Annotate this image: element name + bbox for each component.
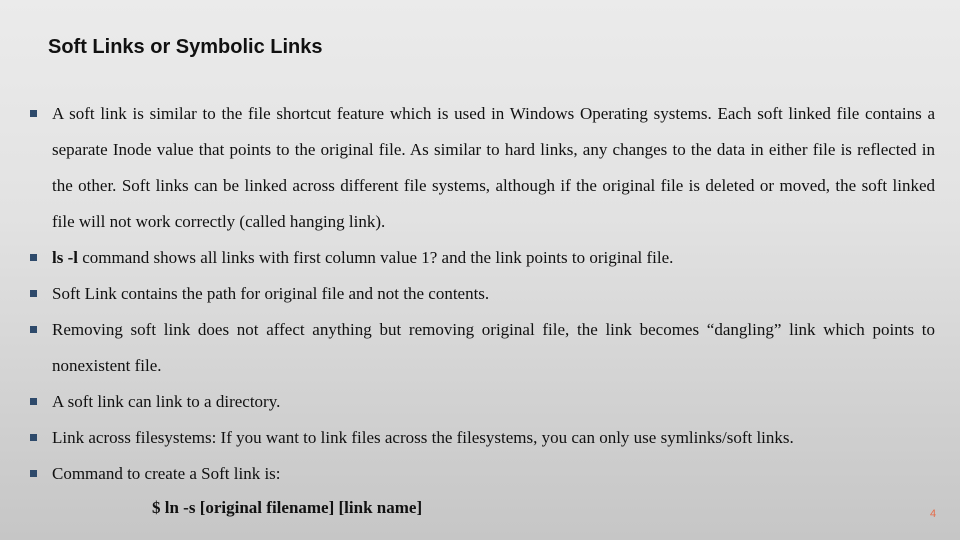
bullet-text: A soft link can link to a directory. xyxy=(52,392,281,411)
bullet-text: ls -l command shows all links with first… xyxy=(52,240,935,276)
bullet-item-ls-command: ls -l command shows all links with first… xyxy=(30,240,935,276)
bullet-item-dangling: Removing soft link does not affect anyth… xyxy=(30,312,935,384)
command-example: $ ln -s [original filename] [link name] xyxy=(152,498,423,517)
square-bullet-icon xyxy=(30,470,37,477)
bullet-item-create-command: Command to create a Soft link is: xyxy=(30,456,935,492)
square-bullet-icon xyxy=(30,290,37,297)
square-bullet-icon xyxy=(30,398,37,405)
bullet-bold-text: ls -l xyxy=(52,248,78,267)
page-number: 4 xyxy=(930,508,937,520)
bullet-text: Link across filesystems: If you want to … xyxy=(52,428,794,447)
square-bullet-icon xyxy=(30,254,37,261)
square-bullet-icon xyxy=(30,434,37,441)
bullet-item-directory: A soft link can link to a directory. xyxy=(30,384,935,420)
square-bullet-icon xyxy=(30,326,37,333)
slide-title: Soft Links or Symbolic Links xyxy=(48,36,323,58)
bullet-item-soft-link-definition: A soft link is similar to the file short… xyxy=(30,96,935,240)
bullet-text: Soft Link contains the path for original… xyxy=(52,284,490,303)
bullet-item-filesystems: Link across filesystems: If you want to … xyxy=(30,420,935,456)
bullet-item-path: Soft Link contains the path for original… xyxy=(30,276,935,312)
bullet-text: Removing soft link does not affect anyth… xyxy=(52,320,935,375)
bullet-text: Command to create a Soft link is: xyxy=(52,464,281,483)
bullet-text: A soft link is similar to the file short… xyxy=(52,104,935,231)
bullet-rest-text: command shows all links with first colum… xyxy=(77,248,674,267)
square-bullet-icon xyxy=(30,110,37,117)
